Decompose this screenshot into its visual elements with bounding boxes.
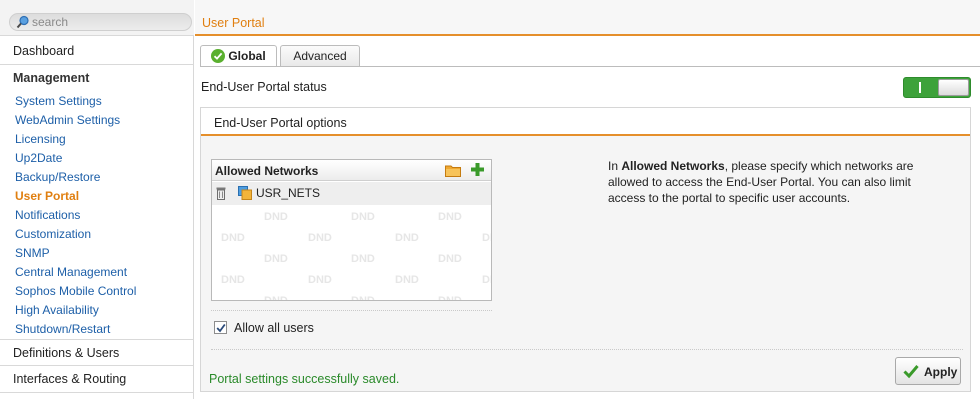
sidebar-item-definitions-users[interactable]: Definitions & Users bbox=[0, 339, 194, 366]
portal-status-toggle[interactable] bbox=[903, 77, 971, 98]
sidebar-item-backup-restore[interactable]: Backup/Restore bbox=[15, 169, 136, 188]
allow-all-users-checkbox[interactable] bbox=[214, 321, 227, 334]
allowed-networks-box: Allowed Networks USR_NETS DND DND DND DN… bbox=[211, 159, 492, 301]
sidebar-item-customization[interactable]: Customization bbox=[15, 226, 136, 245]
network-object-icon bbox=[238, 186, 252, 200]
portal-status-label: End-User Portal status bbox=[201, 80, 327, 94]
check-circle-icon bbox=[211, 49, 226, 63]
main-content: User Portal Global Advanced End-User Por… bbox=[195, 0, 980, 399]
drop-zone-watermark: DND bbox=[351, 253, 375, 265]
search-area bbox=[0, 0, 194, 36]
drop-zone[interactable]: DND DND DND DND DND DND DND DND DND DND DND DND DND D… bbox=[212, 206, 491, 300]
network-list-item[interactable]: USR_NETS bbox=[212, 182, 491, 205]
sidebar-item-central-management[interactable]: Central Management bbox=[15, 264, 136, 283]
drop-zone-watermark: DND bbox=[482, 232, 491, 244]
tab-global[interactable]: Global bbox=[200, 45, 277, 66]
drop-zone-watermark: DND bbox=[264, 211, 288, 223]
sidebar-item-sophos-mobile-control[interactable]: Sophos Mobile Control bbox=[15, 283, 136, 302]
sidebar-item-up2date[interactable]: Up2Date bbox=[15, 150, 136, 169]
status-message: Portal settings successfully saved. bbox=[209, 372, 400, 386]
allowed-networks-header: Allowed Networks bbox=[212, 160, 491, 181]
sidebar-item-high-availability[interactable]: High Availability bbox=[15, 302, 136, 321]
page-title: User Portal bbox=[202, 16, 265, 30]
sidebar-item-interfaces-routing[interactable]: Interfaces & Routing bbox=[0, 366, 194, 393]
divider bbox=[211, 349, 963, 350]
search-input[interactable] bbox=[32, 15, 182, 29]
drop-zone-watermark: DND bbox=[308, 232, 332, 244]
drop-zone-watermark: DND bbox=[351, 295, 375, 300]
options-header: End-User Portal options bbox=[201, 108, 970, 136]
allowed-networks-title: Allowed Networks bbox=[215, 164, 319, 178]
drop-zone-watermark: DND bbox=[264, 253, 288, 265]
help-text: In Allowed Networks, please specify whic… bbox=[608, 158, 938, 206]
allow-all-users-label[interactable]: Allow all users bbox=[234, 321, 314, 335]
sidebar-item-system-settings[interactable]: System Settings bbox=[15, 93, 136, 112]
drop-zone-watermark: DND bbox=[438, 295, 462, 300]
add-icon[interactable] bbox=[470, 162, 485, 177]
sidebar-item-snmp[interactable]: SNMP bbox=[15, 245, 136, 264]
network-name: USR_NETS bbox=[256, 186, 321, 200]
divider bbox=[211, 310, 492, 311]
apply-label: Apply bbox=[924, 365, 958, 379]
sidebar-item-user-portal[interactable]: User Portal bbox=[15, 188, 136, 207]
toggle-knob bbox=[938, 79, 969, 96]
folder-icon[interactable] bbox=[445, 164, 461, 177]
options-title: End-User Portal options bbox=[214, 116, 347, 130]
sidebar-item-webadmin-settings[interactable]: WebAdmin Settings bbox=[15, 112, 136, 131]
tab-global-label: Global bbox=[228, 49, 266, 63]
help-prefix: In bbox=[608, 159, 622, 173]
sidebar-item-licensing[interactable]: Licensing bbox=[15, 131, 136, 150]
drop-zone-watermark: DND bbox=[221, 232, 245, 244]
drop-zone-watermark: DND bbox=[308, 274, 332, 286]
sidebar-item-notifications[interactable]: Notifications bbox=[15, 207, 136, 226]
drop-zone-watermark: DND bbox=[395, 274, 419, 286]
sidebar: Dashboard Management System Settings Web… bbox=[0, 0, 194, 399]
management-list: System Settings WebAdmin Settings Licens… bbox=[15, 93, 136, 340]
tab-advanced[interactable]: Advanced bbox=[280, 45, 360, 66]
sidebar-heading-management[interactable]: Management bbox=[13, 71, 89, 85]
drop-zone-watermark: DND bbox=[351, 211, 375, 223]
sidebar-item-shutdown-restart[interactable]: Shutdown/Restart bbox=[15, 321, 136, 340]
drop-zone-watermark: DND bbox=[438, 253, 462, 265]
drop-zone-watermark: DND bbox=[264, 295, 288, 300]
tab-divider bbox=[200, 66, 980, 67]
drop-zone-watermark: DND bbox=[221, 274, 245, 286]
checkmark-icon bbox=[903, 365, 919, 379]
search-box[interactable] bbox=[9, 13, 192, 31]
drop-zone-watermark: DND bbox=[482, 274, 491, 286]
drop-zone-watermark: DND bbox=[438, 211, 462, 223]
drop-zone-watermark: DND bbox=[395, 232, 419, 244]
apply-button[interactable]: Apply bbox=[895, 357, 961, 385]
tab-advanced-label: Advanced bbox=[293, 49, 347, 63]
toggle-on-indicator bbox=[919, 82, 921, 93]
title-bar: User Portal bbox=[195, 0, 980, 36]
portal-options-panel: End-User Portal options Allowed Networks bbox=[200, 107, 971, 392]
trash-icon[interactable] bbox=[216, 186, 226, 200]
help-bold: Allowed Networks bbox=[621, 159, 725, 173]
search-icon bbox=[16, 15, 29, 29]
sidebar-item-dashboard[interactable]: Dashboard bbox=[0, 38, 194, 65]
